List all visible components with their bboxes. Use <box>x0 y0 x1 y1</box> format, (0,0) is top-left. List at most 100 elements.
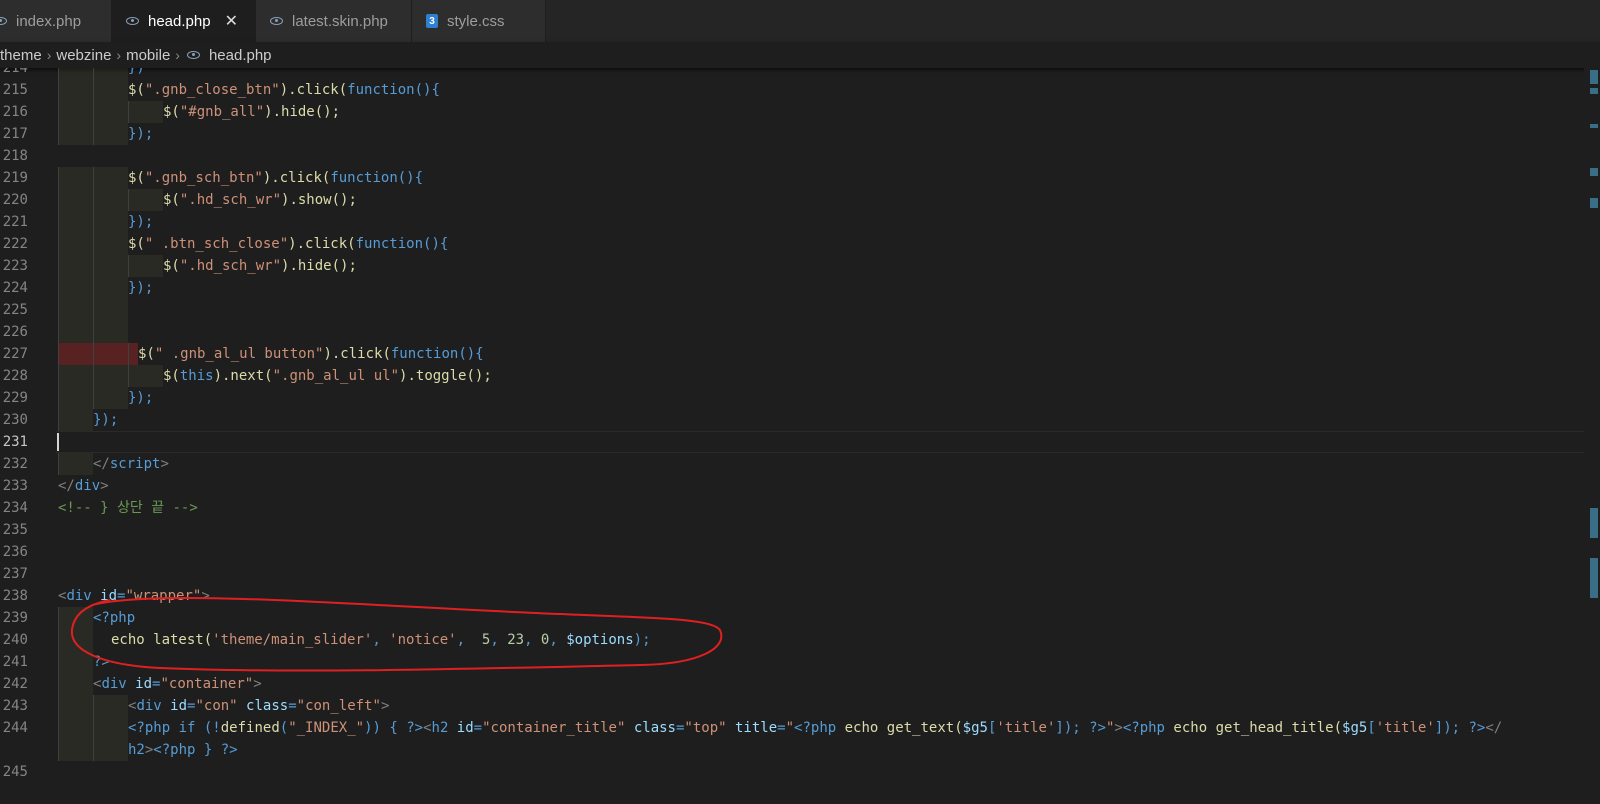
code-line[interactable]: 226 <box>0 321 1584 343</box>
line-number: 225 <box>2 302 28 318</box>
code-text: </div> <box>58 475 109 497</box>
indent-guide <box>58 211 93 233</box>
code-line[interactable]: 217}); <box>0 123 1584 145</box>
code-text: }); <box>128 211 153 233</box>
code-token: get_head_title( <box>1207 720 1343 736</box>
code-line[interactable]: 245 <box>0 761 1584 783</box>
code-token: $( <box>163 104 180 120</box>
code-line[interactable]: 238 <div id="wrapper"> <box>0 585 1584 607</box>
line-number: 237 <box>2 566 28 582</box>
code-line[interactable]: 236 <box>0 541 1584 563</box>
line-number: 214 <box>2 68 28 76</box>
code-line[interactable]: 218 <box>0 145 1584 167</box>
close-icon[interactable]: ✕ <box>225 11 238 31</box>
code-token: if <box>170 720 196 736</box>
code-token: defined <box>220 720 280 736</box>
code-line[interactable]: 235 <box>0 519 1584 541</box>
css-icon: 3 <box>426 14 438 28</box>
code-token: (){ <box>397 170 424 186</box>
code-token: get_text( <box>878 720 963 736</box>
code-line[interactable]: 222 $(" .btn_sch_close").click(function()… <box>0 233 1584 255</box>
minimap-mark <box>1590 88 1598 94</box>
code-line[interactable]: 214}) <box>0 68 1584 79</box>
code-editor[interactable]: 214}) 215 $(".gnb_close_btn").click(functi… <box>0 68 1584 804</box>
code-line[interactable]: 220 $(".hd_sch_wr").show(); <box>0 189 1584 211</box>
code-token: ).click( <box>288 236 356 252</box>
code-line[interactable]: 234 <!-- } 상단 끝 --> <box>0 497 1584 519</box>
indent-guide <box>58 607 93 629</box>
code-text: $(this).next(".gnb_al_ul ul").toggle(); <box>163 365 492 387</box>
code-line[interactable]: 228 $(this).next(".gnb_al_ul ul").toggle(… <box>0 365 1584 387</box>
code-token: > <box>380 698 390 714</box>
code-line[interactable]: 216 $("#gnb_all").hide(); <box>0 101 1584 123</box>
code-line[interactable]: 227 $(" .gnb_al_ul button").click(functio… <box>0 343 1584 365</box>
code-token: (){ <box>458 346 484 362</box>
code-line[interactable]: 240 echo latest('theme/main_slider', 'not… <box>0 629 1584 651</box>
code-line[interactable]: 225 <box>0 299 1584 321</box>
code-line[interactable]: 221}); <box>0 211 1584 233</box>
code-line[interactable]: 229}); <box>0 387 1584 409</box>
code-token: ?> <box>1468 720 1486 736</box>
code-line[interactable]: 243 <div id="con" class="con_left"> <box>0 695 1584 717</box>
line-number: 245 <box>2 764 28 780</box>
code-text: $(".gnb_close_btn").click(function(){ <box>128 79 440 101</box>
tab-latest-skin-php[interactable]: latest.skin.php <box>256 0 412 42</box>
indent-guide <box>58 343 93 365</box>
code-line[interactable]: 239 <?php <box>0 607 1584 629</box>
tab-index-php[interactable]: index.php <box>0 0 112 42</box>
code-line[interactable]: h2><?php } ?> <box>0 739 1584 761</box>
current-line-highlight <box>56 431 1584 453</box>
code-text: $("#gnb_all").hide(); <box>163 101 340 123</box>
code-line[interactable]: 244 <?php if (!defined("_INDEX_")) { ?><h… <box>0 717 1584 739</box>
code-line[interactable]: 241 ?> <box>0 651 1584 673</box>
code-token: "con_left" <box>296 698 381 714</box>
line-number: 231 <box>2 434 28 450</box>
code-token: id <box>161 698 188 714</box>
code-text: h2><?php } ?> <box>128 739 238 761</box>
code-token: ).hide(); <box>281 258 357 274</box>
code-token: "container" <box>160 676 254 692</box>
code-line[interactable]: 223 $(".hd_sch_wr").hide(); <box>0 255 1584 277</box>
indent-guide <box>58 651 93 673</box>
minimap[interactable] <box>1584 68 1600 804</box>
tab-label: style.css <box>447 12 505 30</box>
breadcrumb-item[interactable]: mobile <box>126 47 170 64</box>
code-line[interactable]: 237 <box>0 563 1584 585</box>
code-token: <?php <box>153 742 196 758</box>
tab-head-php[interactable]: head.php ✕ <box>112 0 256 42</box>
code-token: (! <box>195 720 221 736</box>
code-line[interactable]: 231 <box>0 431 1584 453</box>
code-text: }); <box>128 277 153 299</box>
code-text: <!-- } 상단 끝 --> <box>58 497 198 519</box>
line-number: 235 <box>2 522 28 538</box>
breadcrumb-item[interactable]: webzine <box>56 47 111 64</box>
code-token: $g5 <box>1342 720 1368 736</box>
code-token: ).toggle(); <box>399 368 492 384</box>
breadcrumb-item[interactable]: head.php <box>209 47 272 64</box>
code-token: < <box>423 720 432 736</box>
code-token: h2 <box>431 720 449 736</box>
code-token: class <box>625 720 676 736</box>
line-number: 228 <box>2 368 28 384</box>
line-number: 243 <box>2 698 28 714</box>
line-number: 220 <box>2 192 28 208</box>
line-number: 221 <box>2 214 28 230</box>
code-line[interactable]: 215 $(".gnb_close_btn").click(function(){ <box>0 79 1584 101</box>
indent-guide <box>58 299 93 321</box>
code-token: " .btn_sch_close" <box>144 236 289 252</box>
code-token: title <box>726 720 778 736</box>
code-line[interactable]: 230}); <box>0 409 1584 431</box>
code-token: }); <box>128 390 154 406</box>
code-token: = <box>473 720 483 736</box>
breadcrumb-item[interactable]: theme <box>0 47 42 64</box>
tab-style-css[interactable]: 3 style.css <box>412 0 546 42</box>
line-number: 242 <box>2 676 28 692</box>
code-line[interactable]: 233 </div> <box>0 475 1584 497</box>
code-line[interactable]: 219 $(".gnb_sch_btn").click(function(){ <box>0 167 1584 189</box>
code-line[interactable]: 232 </script> <box>0 453 1584 475</box>
indent-guide <box>93 255 128 277</box>
code-line[interactable]: 224}); <box>0 277 1584 299</box>
code-token: ".hd_sch_wr" <box>179 258 282 274</box>
code-line[interactable]: 242 <div id="container"> <box>0 673 1584 695</box>
code-token: $( <box>163 368 180 384</box>
